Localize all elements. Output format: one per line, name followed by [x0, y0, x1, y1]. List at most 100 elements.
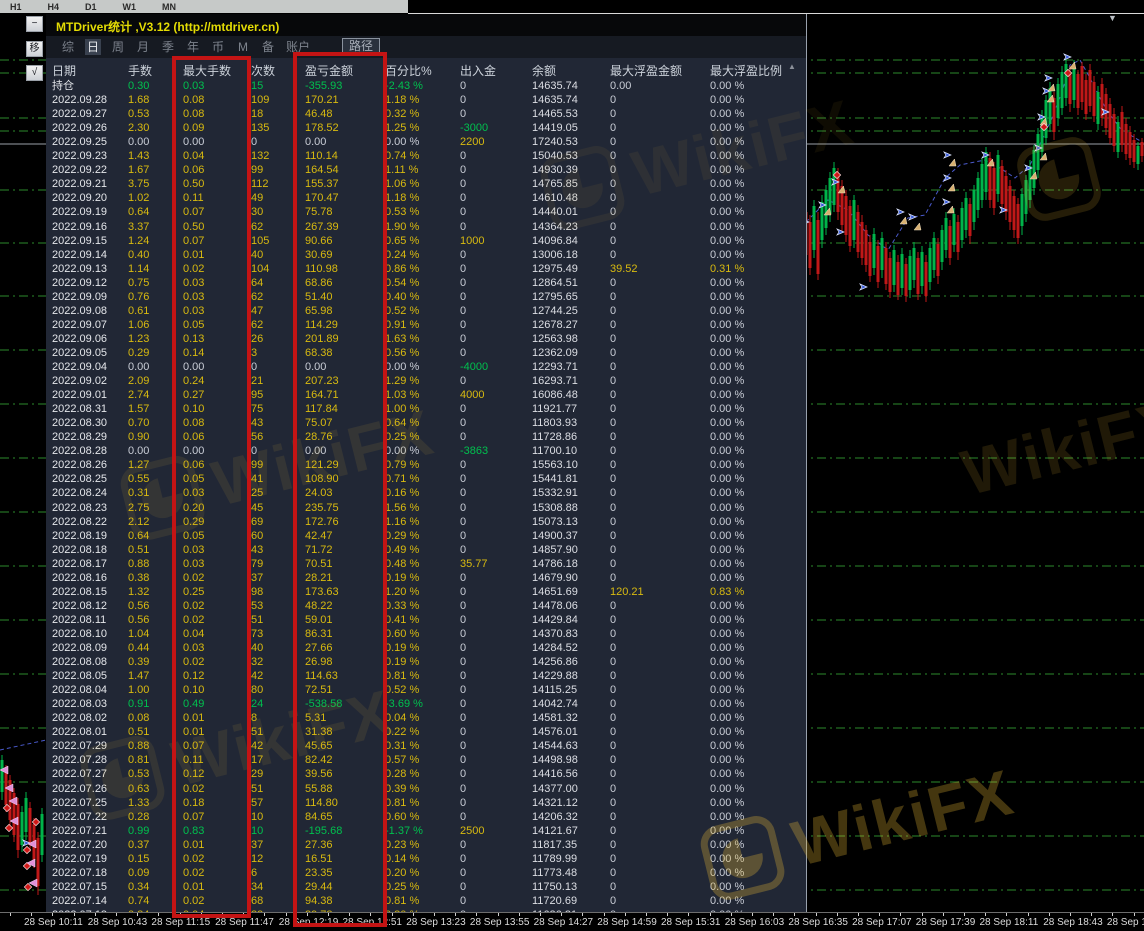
table-row[interactable]: 2022.08.090.440.034027.660.19 %014284.52… — [52, 641, 798, 655]
cell: 2022.08.15 — [52, 585, 128, 599]
table-row[interactable]: 2022.08.180.510.034371.720.49 %014857.90… — [52, 543, 798, 557]
table-row[interactable]: 2022.08.261.270.0699121.290.79 %015563.1… — [52, 458, 798, 472]
table-row[interactable]: 2022.07.270.530.122939.560.28 %014416.56… — [52, 767, 798, 781]
table-row[interactable]: 2022.07.280.810.111782.420.57 %014498.98… — [52, 753, 798, 767]
table-row[interactable]: 2022.07.220.280.071084.650.60 %014206.32… — [52, 810, 798, 824]
table-row[interactable]: 2022.08.222.120.2969172.761.16 %015073.1… — [52, 515, 798, 529]
timeframe-button-d1[interactable]: D1 — [85, 2, 97, 12]
table-row[interactable]: 2022.09.080.610.034765.980.52 %012744.25… — [52, 304, 798, 318]
move-button[interactable]: 移 — [26, 41, 43, 57]
menu-item-3[interactable]: 月 — [135, 39, 151, 55]
table-row[interactable]: 2022.07.290.880.074245.650.31 %014544.63… — [52, 739, 798, 753]
table-row[interactable]: 2022.09.050.290.14368.380.56 %012362.090… — [52, 346, 798, 360]
menu-item-1[interactable]: 日 — [85, 39, 101, 55]
cell: 0 — [610, 346, 710, 360]
menu-item-7[interactable]: M — [235, 39, 251, 55]
table-row[interactable]: 2022.09.221.670.0699164.541.11 %014930.3… — [52, 163, 798, 177]
table-row[interactable]: 2022.09.231.430.04132110.140.74 %015040.… — [52, 149, 798, 163]
table-row[interactable]: 2022.09.090.760.036251.400.40 %012795.65… — [52, 290, 798, 304]
timeframe-button-h4[interactable]: H4 — [48, 2, 60, 12]
timeframe-button-w1[interactable]: W1 — [123, 2, 137, 12]
column-header-9[interactable]: 最大浮盈比例 — [710, 62, 798, 79]
table-row[interactable]: 2022.09.270.530.081846.480.32 %014465.53… — [52, 107, 798, 121]
table-row[interactable]: 2022.08.120.560.025348.220.33 %014478.06… — [52, 599, 798, 613]
table-row[interactable]: 2022.09.201.020.1149170.471.18 %014610.4… — [52, 191, 798, 205]
table-row[interactable]: 2022.08.300.700.084375.070.64 %011803.93… — [52, 416, 798, 430]
table-row[interactable]: 2022.09.213.750.50112155.371.06 %014765.… — [52, 177, 798, 191]
menu-item-4[interactable]: 季 — [160, 39, 176, 55]
table-row[interactable]: 2022.08.151.320.2598173.631.20 %014651.6… — [52, 585, 798, 599]
table-row[interactable]: 2022.08.190.640.056042.470.29 %014900.37… — [52, 529, 798, 543]
table-row[interactable]: 2022.09.250.000.0000.000.00 %220017240.5… — [52, 135, 798, 149]
table-row[interactable]: 2022.08.311.570.1075117.841.00 %011921.7… — [52, 402, 798, 416]
check-button[interactable]: √ — [26, 65, 43, 81]
table-row[interactable]: 2022.08.110.560.025159.010.41 %014429.84… — [52, 613, 798, 627]
cell: 1.06 % — [385, 177, 460, 191]
table-row[interactable]: 2022.09.140.400.014030.690.24 %013006.18… — [52, 248, 798, 262]
table-row[interactable]: 2022.07.180.090.02623.350.20 %011773.480… — [52, 866, 798, 880]
table-row[interactable]: 2022.08.101.040.047386.310.60 %014370.83… — [52, 627, 798, 641]
column-header-7[interactable]: 余额 — [532, 62, 610, 79]
table-row[interactable]: 2022.09.163.370.5062267.391.90 %014364.2… — [52, 220, 798, 234]
table-row[interactable]: 2022.09.281.680.08109170.211.18 %014635.… — [52, 93, 798, 107]
table-row[interactable]: 2022.07.190.150.021216.510.14 %011789.99… — [52, 852, 798, 866]
table-row[interactable]: 2022.09.071.060.0562114.290.91 %012678.2… — [52, 318, 798, 332]
table-row[interactable]: 2022.09.040.000.0000.000.00 %-400012293.… — [52, 360, 798, 374]
table-row[interactable]: 2022.09.120.750.036468.860.54 %012864.51… — [52, 276, 798, 290]
menu-item-5[interactable]: 年 — [185, 39, 201, 55]
menu-item-8[interactable]: 备 — [260, 39, 276, 55]
table-row[interactable]: 2022.08.170.880.037970.510.48 %35.771478… — [52, 557, 798, 571]
table-row[interactable]: 2022.07.150.340.013429.440.25 %011750.13… — [52, 880, 798, 894]
table-row[interactable]: 2022.07.260.630.025155.880.39 %014377.00… — [52, 782, 798, 796]
table-row[interactable]: 2022.07.200.370.013727.360.23 %011817.35… — [52, 838, 798, 852]
menu-item-0[interactable]: 综 — [60, 39, 76, 55]
cell: 0 — [460, 486, 532, 500]
menu-item-2[interactable]: 周 — [110, 39, 126, 55]
table-row[interactable]: 2022.08.250.550.0541108.900.71 %015441.8… — [52, 472, 798, 486]
table-row[interactable]: 2022.08.290.900.065628.760.25 %011728.86… — [52, 430, 798, 444]
table-row[interactable]: 2022.09.131.140.02104110.980.86 %012975.… — [52, 262, 798, 276]
column-header-5[interactable]: 百分比% — [385, 62, 460, 79]
table-row[interactable]: 2022.09.061.230.1326201.891.63 %012563.9… — [52, 332, 798, 346]
table-row[interactable]: 2022.08.160.380.023728.210.19 %014679.90… — [52, 571, 798, 585]
table-row[interactable]: 2022.07.140.740.026894.380.81 %011720.69… — [52, 894, 798, 908]
table-row[interactable]: 2022.08.051.470.1242114.630.81 %014229.8… — [52, 669, 798, 683]
table-row[interactable]: 持仓0.300.0315-355.93-2.43 %014635.740.000… — [52, 79, 798, 93]
table-row[interactable]: 2022.08.280.000.0000.000.00 %-386311700.… — [52, 444, 798, 458]
time-axis-label: 28 Sep 13:23 — [406, 917, 466, 928]
table-row[interactable]: 2022.08.240.310.032524.030.16 %015332.91… — [52, 486, 798, 500]
table-row[interactable]: 2022.08.010.510.015131.380.22 %014576.01… — [52, 725, 798, 739]
timeframe-button-mn[interactable]: MN — [162, 2, 176, 12]
timeframe-button-h1[interactable]: H1 — [10, 2, 22, 12]
table-row[interactable]: 2022.08.080.390.023226.980.19 %014256.86… — [52, 655, 798, 669]
cell: 2022.09.28 — [52, 93, 128, 107]
table-row[interactable]: 2022.09.012.740.2795164.711.03 %40001608… — [52, 388, 798, 402]
table-row[interactable]: 2022.09.262.300.09135178.521.25 %-300014… — [52, 121, 798, 135]
table-scroll-up-icon[interactable]: ▲ — [788, 62, 802, 71]
table-row[interactable]: 2022.08.020.080.0185.310.04 %014581.3200… — [52, 711, 798, 725]
cell: 0.19 % — [385, 641, 460, 655]
table-row[interactable]: 2022.08.030.910.4924-538.58-3.69 %014042… — [52, 697, 798, 711]
table-row[interactable]: 2022.08.041.000.108072.510.52 %014115.25… — [52, 683, 798, 697]
cell: 2022.08.28 — [52, 444, 128, 458]
cell: 0.00 % — [710, 458, 798, 472]
table-row[interactable]: 2022.09.151.240.0710590.660.65 %10001409… — [52, 234, 798, 248]
table-row[interactable]: 2022.08.232.750.2045235.751.56 %015308.8… — [52, 501, 798, 515]
chart-scroll-down-icon[interactable]: ▼ — [1108, 13, 1117, 23]
column-header-0[interactable]: 日期 — [52, 62, 128, 79]
minimize-button[interactable]: − — [26, 16, 43, 32]
cell: 0.00 % — [710, 838, 798, 852]
table-row[interactable]: 2022.07.251.330.1857114.800.81 %014321.1… — [52, 796, 798, 810]
cell: 0.00 % — [710, 501, 798, 515]
cell: 0 — [460, 599, 532, 613]
cell: 14419.05 — [532, 121, 610, 135]
cell: 0.00 % — [710, 304, 798, 318]
cell: 0.00 % — [710, 374, 798, 388]
cell: 0 — [460, 782, 532, 796]
table-row[interactable]: 2022.07.210.990.8310-195.68-1.37 %250014… — [52, 824, 798, 838]
table-row[interactable]: 2022.09.022.090.2421207.231.29 %016293.7… — [52, 374, 798, 388]
menu-item-6[interactable]: 币 — [210, 39, 226, 55]
table-row[interactable]: 2022.09.190.640.073075.780.53 %014440.01… — [52, 205, 798, 219]
column-header-6[interactable]: 出入金 — [460, 62, 532, 79]
column-header-8[interactable]: 最大浮盈金额 — [610, 62, 710, 79]
